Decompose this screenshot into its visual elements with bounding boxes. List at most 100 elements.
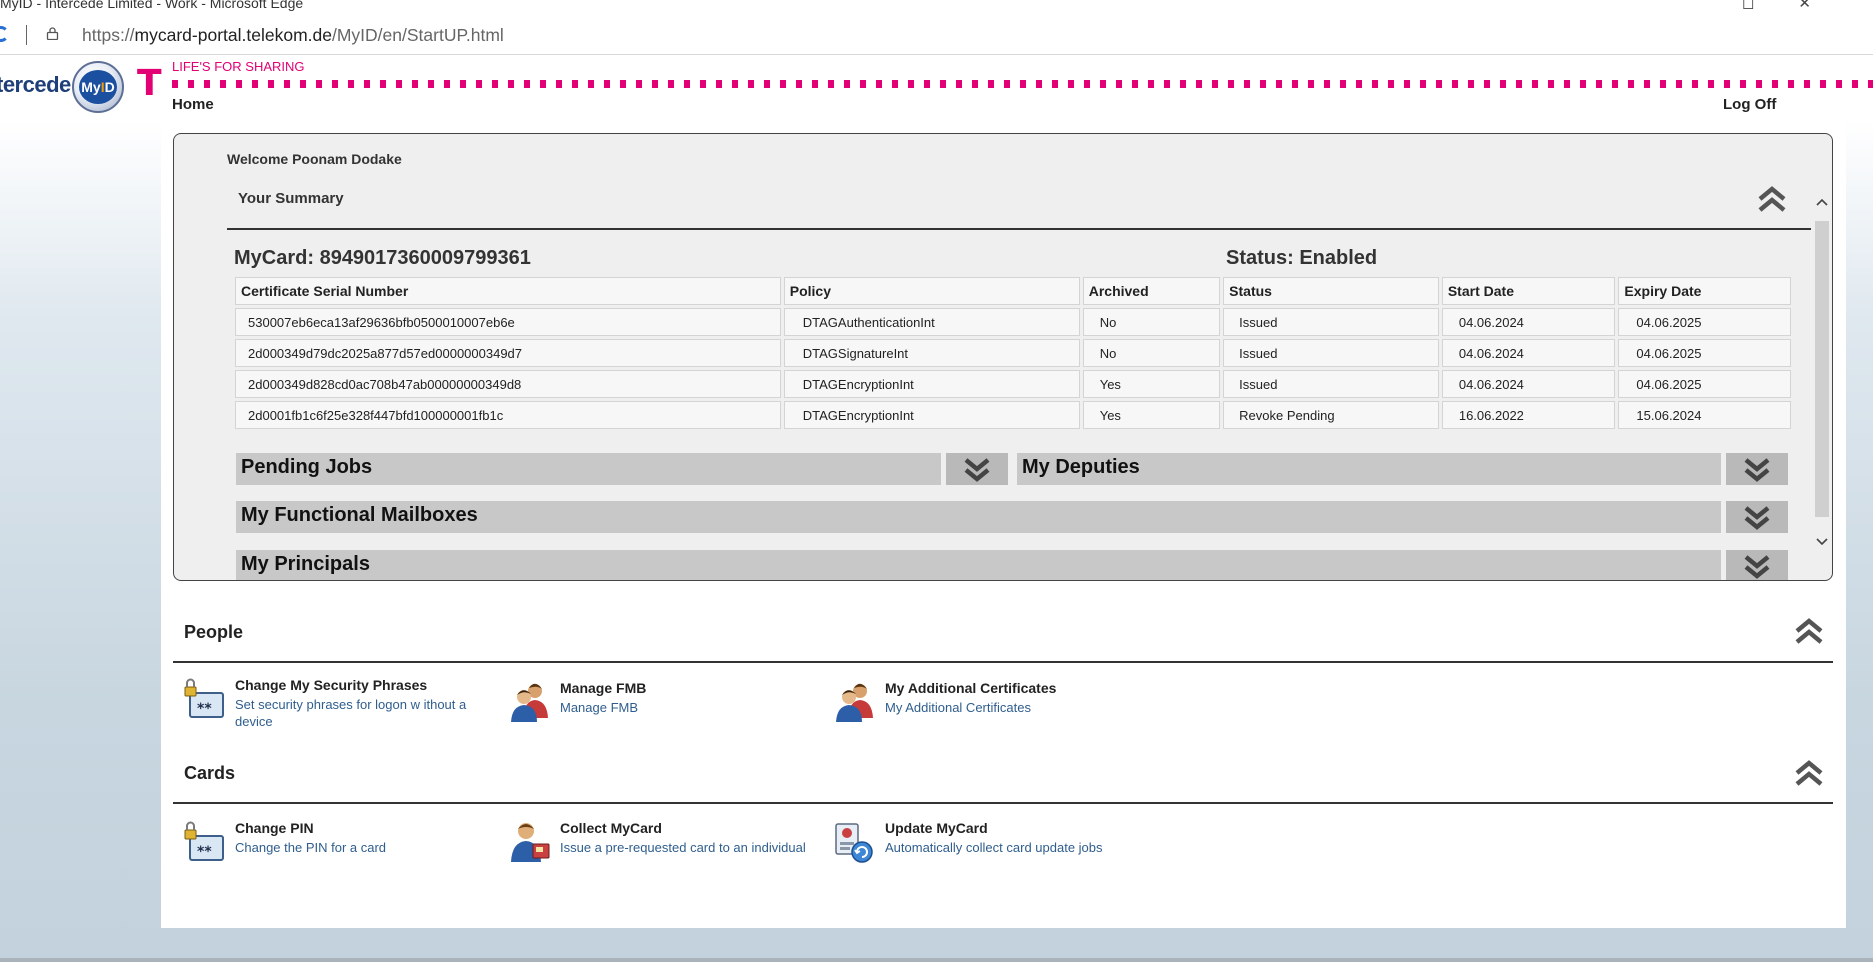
principals-expand-button[interactable]	[1726, 550, 1788, 580]
summary-title: Your Summary	[238, 190, 344, 207]
url-domain: mycard-portal.telekom.de	[134, 25, 332, 45]
col-start-date[interactable]: Start Date	[1441, 277, 1616, 305]
collapse-cards-icon[interactable]	[1793, 758, 1825, 788]
functional-mailboxes-expand-button[interactable]	[1726, 501, 1788, 533]
scrollbar-thumb[interactable]	[1815, 221, 1829, 517]
action-description[interactable]: Set security phrases for logon w ithout …	[235, 696, 495, 730]
window-bottom-edge	[0, 958, 1873, 962]
my-deputies-title: My Deputies	[1022, 456, 1140, 478]
action-description[interactable]: Automatically collect card update jobs	[885, 839, 1185, 856]
manage-fmb-action[interactable]: Manage FMB Manage FMB	[509, 680, 839, 730]
action-title[interactable]: Change My Security Phrases	[235, 677, 427, 693]
action-description[interactable]: Change the PIN for a card	[235, 839, 495, 856]
action-title[interactable]: Change PIN	[235, 820, 314, 836]
people-section-title: People	[184, 622, 244, 642]
summary-divider	[227, 228, 1811, 230]
action-title[interactable]: Collect MyCard	[560, 820, 662, 836]
chevron-double-down-icon	[964, 458, 990, 482]
collect-mycard-action[interactable]: Collect MyCard Issue a pre-requested car…	[509, 820, 849, 870]
user-card-icon	[511, 823, 550, 862]
table-row[interactable]: 530007eb6eca13af29636bfb0500010007eb6e D…	[235, 308, 1791, 336]
functional-mailboxes-title: My Functional Mailboxes	[241, 504, 478, 526]
cell-status: Issued	[1223, 370, 1439, 398]
cell-serial: 2d000349d828cd0ac708b47ab00000000349d8	[235, 370, 781, 398]
lock-icon[interactable]	[46, 27, 59, 40]
welcome-text: Welcome Poonam Dodake	[227, 151, 402, 167]
address-bar[interactable]: https://mycard-portal.telekom.de/MyID/en…	[0, 16, 1873, 55]
table-header-row: Certificate Serial Number Policy Archive…	[235, 277, 1791, 305]
cell-archived: No	[1082, 308, 1221, 336]
nav-logoff-link[interactable]: Log Off	[1723, 96, 1776, 113]
col-status[interactable]: Status	[1223, 277, 1439, 305]
card-status: Status: Enabled	[1226, 247, 1378, 269]
cell-archived: No	[1082, 339, 1221, 367]
scroll-up-icon[interactable]	[1816, 197, 1828, 207]
action-description[interactable]: Manage FMB	[560, 699, 820, 716]
cell-start-date: 04.06.2024	[1441, 308, 1616, 336]
mycard-number: MyCard: 8949017360009799361	[234, 247, 531, 269]
address-separator	[26, 25, 27, 45]
action-title[interactable]: My Additional Certificates	[885, 680, 1056, 696]
action-title[interactable]: Manage FMB	[560, 680, 646, 696]
col-serial[interactable]: Certificate Serial Number	[235, 277, 781, 305]
cards-section-title: Cards	[184, 763, 236, 783]
nav-home-link[interactable]: Home	[172, 96, 214, 113]
additional-certificates-action[interactable]: My Additional Certificates My Additional…	[834, 680, 1164, 730]
functional-mailboxes-bar[interactable]: My Functional Mailboxes	[236, 501, 1721, 533]
col-archived[interactable]: Archived	[1082, 277, 1221, 305]
card-update-icon	[835, 823, 873, 863]
cell-archived: Yes	[1082, 401, 1221, 429]
cell-policy: DTAGEncryptionInt	[783, 370, 1080, 398]
cell-archived: Yes	[1082, 370, 1221, 398]
cell-policy: DTAGSignatureInt	[783, 339, 1080, 367]
pending-jobs-title: Pending Jobs	[241, 456, 373, 478]
change-pin-action[interactable]: ** Change PIN Change the PIN for a card	[184, 820, 514, 870]
cell-policy: DTAGEncryptionInt	[783, 401, 1080, 429]
cell-expiry-date: 04.06.2025	[1618, 370, 1791, 398]
cards-divider	[173, 802, 1833, 804]
pending-jobs-expand-button[interactable]	[946, 453, 1008, 485]
update-mycard-action[interactable]: Update MyCard Automatically collect card…	[834, 820, 1164, 870]
change-security-phrases-action[interactable]: ** Change My Security Phrases Set securi…	[184, 677, 514, 730]
lock-keypad-icon: **	[184, 678, 224, 718]
collapse-summary-icon[interactable]	[1756, 184, 1788, 214]
chevron-double-down-icon	[1744, 458, 1770, 482]
summary-scrollbar[interactable]	[1813, 179, 1831, 546]
window-titlebar: MyID - Intercede Limited - Work - Micros…	[0, 0, 1873, 16]
telekom-t-logo: T	[137, 63, 162, 104]
certificate-table: Certificate Serial Number Policy Archive…	[232, 274, 1794, 432]
window-controls[interactable]: ◻✕	[1742, 0, 1855, 12]
people-divider	[173, 661, 1833, 663]
cell-status: Revoke Pending	[1223, 401, 1439, 429]
table-row[interactable]: 2d000349d79dc2025a877d57ed0000000349d7 D…	[235, 339, 1791, 367]
chevron-double-down-icon	[1744, 506, 1770, 530]
summary-panel: Welcome Poonam Dodake Your Summary MyCar…	[173, 133, 1833, 581]
users-icon	[511, 683, 548, 722]
cell-serial: 2d000349d79dc2025a877d57ed0000000349d7	[235, 339, 781, 367]
users-icon	[836, 683, 873, 722]
cell-start-date: 04.06.2024	[1441, 370, 1616, 398]
table-row[interactable]: 2d0001fb1c6f25e328f447bfd100000001fb1c D…	[235, 401, 1791, 429]
col-policy[interactable]: Policy	[783, 277, 1080, 305]
telekom-slogan: LIFE'S FOR SHARING	[172, 59, 305, 74]
action-description[interactable]: My Additional Certificates	[885, 699, 1145, 716]
cell-status: Issued	[1223, 308, 1439, 336]
cell-start-date: 04.06.2024	[1441, 339, 1616, 367]
scroll-down-icon[interactable]	[1816, 537, 1828, 547]
window-title: MyID - Intercede Limited - Work - Micros…	[0, 0, 304, 11]
table-row[interactable]: 2d000349d828cd0ac708b47ab00000000349d8 D…	[235, 370, 1791, 398]
collapse-people-icon[interactable]	[1793, 616, 1825, 646]
principals-title: My Principals	[241, 553, 370, 575]
pending-jobs-bar[interactable]: Pending Jobs	[236, 453, 941, 485]
action-description[interactable]: Issue a pre-requested card to an individ…	[560, 839, 860, 856]
url-text[interactable]: https://mycard-portal.telekom.de/MyID/en…	[82, 25, 504, 46]
cell-status: Issued	[1223, 339, 1439, 367]
my-deputies-bar[interactable]: My Deputies	[1017, 453, 1721, 485]
intercede-wordmark: tercede	[0, 72, 71, 97]
action-title[interactable]: Update MyCard	[885, 820, 988, 836]
principals-bar[interactable]: My Principals	[236, 550, 1721, 580]
cell-expiry-date: 04.06.2025	[1618, 339, 1791, 367]
my-deputies-expand-button[interactable]	[1726, 453, 1788, 485]
col-expiry-date[interactable]: Expiry Date	[1618, 277, 1791, 305]
lock-keypad-icon: **	[184, 821, 224, 861]
